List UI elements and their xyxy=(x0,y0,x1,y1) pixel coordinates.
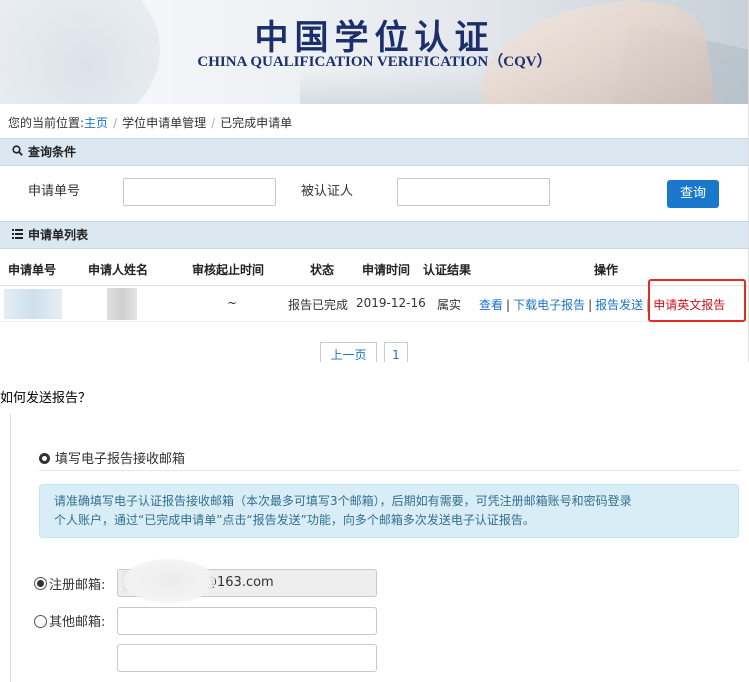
op-separator: | xyxy=(588,298,593,312)
query-form: 申请单号 被认证人 查询 xyxy=(0,166,748,221)
review-period-cell: ~ xyxy=(227,296,238,310)
registered-email-radio[interactable] xyxy=(34,577,47,590)
application-date-cell: 2019-12-16 xyxy=(356,296,426,310)
breadcrumb-home-link[interactable]: 主页 xyxy=(84,116,108,130)
op-separator: | xyxy=(506,298,511,312)
breadcrumb: 您的当前位置:主页 / 学位申请单管理 / 已完成申请单 xyxy=(0,114,292,134)
verified-person-label: 被认证人 xyxy=(301,184,354,199)
query-section-header: 查询条件 xyxy=(0,138,748,166)
query-button[interactable]: 查询 xyxy=(667,180,719,208)
prev-page-button[interactable]: 上一页 xyxy=(320,342,377,362)
column-header: 申请人姓名 xyxy=(88,263,149,277)
breadcrumb-separator: / xyxy=(211,116,216,130)
email-form-screenshot: 填写电子报告接收邮箱 请准确填写电子认证报告接收邮箱（本次最多可填写3个邮箱），… xyxy=(10,414,749,682)
site-banner: 中国学位认证 CHINA QUALIFICATION VERIFICATION（… xyxy=(0,0,748,104)
circle-bullet-icon xyxy=(39,453,50,464)
email-section-title: 填写电子报告接收邮箱 xyxy=(39,448,185,467)
info-notice: 请准确填写电子认证报告接收邮箱（本次最多可填写3个邮箱），后期如有需要，可凭注册… xyxy=(39,484,739,538)
breadcrumb-item-application-management[interactable]: 学位申请单管理 xyxy=(122,116,206,130)
other-email-input-1[interactable] xyxy=(117,607,377,635)
result-cell: 属实 xyxy=(437,298,462,312)
column-header: 认证结果 xyxy=(423,263,472,277)
column-header: 审核起止时间 xyxy=(192,263,265,277)
list-icon xyxy=(12,223,24,249)
highlight-annotation-box xyxy=(648,279,746,322)
breadcrumb-item-completed: 已完成申请单 xyxy=(220,116,293,130)
download-report-link[interactable]: 下载电子报告 xyxy=(513,298,585,312)
column-header: 申请单号 xyxy=(8,263,57,277)
verified-person-input[interactable] xyxy=(397,178,550,206)
column-header: 申请时间 xyxy=(362,263,411,277)
site-title-en: CHINA QUALIFICATION VERIFICATION（CQV） xyxy=(197,54,552,70)
page-number-button[interactable]: 1 xyxy=(384,342,408,362)
table-header: 申请单号 申请人姓名 审核起止时间 状态 申请时间 认证结果 操作 xyxy=(0,250,748,286)
column-header: 操作 xyxy=(594,263,619,277)
email-section-title-text: 填写电子报告接收邮箱 xyxy=(55,452,186,467)
application-number-label: 申请单号 xyxy=(28,184,81,199)
question-text: 如何发送报告？ xyxy=(0,391,92,406)
divider xyxy=(39,470,739,471)
other-email-radio[interactable] xyxy=(34,615,47,628)
search-icon xyxy=(12,140,24,166)
notice-line: 个人账户，通过“已完成申请单”点击“报告发送”功能，向多个邮箱多次发送电子认证报… xyxy=(54,513,535,527)
redacted-application-number xyxy=(4,289,62,319)
application-number-input[interactable] xyxy=(123,178,276,206)
list-section-title: 申请单列表 xyxy=(28,228,89,242)
query-section-title: 查询条件 xyxy=(28,145,77,159)
breadcrumb-separator: / xyxy=(113,116,118,130)
breadcrumb-prefix: 您的当前位置: xyxy=(8,116,85,130)
list-section-header: 申请单列表 xyxy=(0,221,748,249)
application-screenshot: 中国学位认证 CHINA QUALIFICATION VERIFICATION（… xyxy=(0,0,749,362)
send-report-link[interactable]: 报告发送 xyxy=(595,298,643,312)
notice-line: 请准确填写电子认证报告接收邮箱（本次最多可填写3个邮箱），后期如有需要，可凭注册… xyxy=(54,494,632,508)
view-link[interactable]: 查看 xyxy=(479,298,503,312)
redaction-mask xyxy=(123,559,215,603)
table-row: ~ 报告已完成 2019-12-16 属实 查看 | 下载电子报告 | 报告发送 | 申请英… xyxy=(0,286,748,322)
other-email-input-2[interactable] xyxy=(117,644,377,672)
column-header: 状态 xyxy=(310,263,335,277)
status-cell: 报告已完成 xyxy=(288,298,349,312)
redacted-applicant-name xyxy=(107,288,137,320)
other-email-label: 其他邮箱: xyxy=(49,615,106,630)
registered-email-label: 注册邮箱: xyxy=(49,578,106,593)
